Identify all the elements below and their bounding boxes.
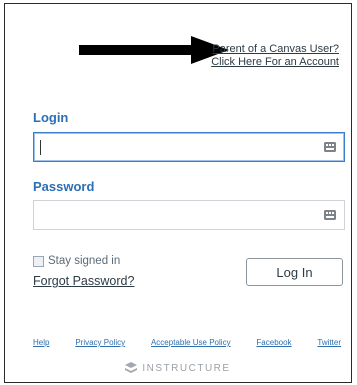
footer-link-twitter[interactable]: Twitter [317, 338, 341, 347]
footer-links: Help Privacy Policy Acceptable Use Polic… [33, 338, 341, 347]
stay-signed-in-label: Stay signed in [48, 255, 121, 267]
instructure-brand: INSTRUCTURE [5, 362, 351, 374]
footer-link-help[interactable]: Help [33, 338, 49, 347]
stay-signed-in-checkbox[interactable] [33, 255, 44, 267]
instructure-logo-icon [125, 362, 138, 373]
login-label: Login [33, 110, 69, 125]
parent-link-line1[interactable]: Parent of a Canvas User? [211, 43, 339, 56]
password-input[interactable] [33, 200, 345, 230]
footer-link-acceptable-use[interactable]: Acceptable Use Policy [151, 338, 231, 347]
login-input[interactable] [33, 132, 345, 162]
password-label: Password [33, 179, 95, 194]
login-panel: Parent of a Canvas User? Click Here For … [4, 3, 352, 383]
forgot-password-link[interactable]: Forgot Password? [33, 274, 134, 288]
footer-link-privacy[interactable]: Privacy Policy [75, 338, 125, 347]
text-caret [40, 140, 41, 155]
parent-account-link[interactable]: Parent of a Canvas User? Click Here For … [211, 43, 339, 69]
arrow-right-icon [79, 36, 229, 64]
keypass-icon[interactable] [324, 141, 336, 153]
footer-link-facebook[interactable]: Facebook [256, 338, 291, 347]
stay-signed-in[interactable]: Stay signed in [33, 255, 120, 267]
parent-link-line2[interactable]: Click Here For an Account [211, 56, 339, 69]
keypass-icon[interactable] [324, 209, 336, 221]
instructure-wordmark: INSTRUCTURE [142, 362, 231, 374]
login-button[interactable]: Log In [246, 258, 343, 286]
